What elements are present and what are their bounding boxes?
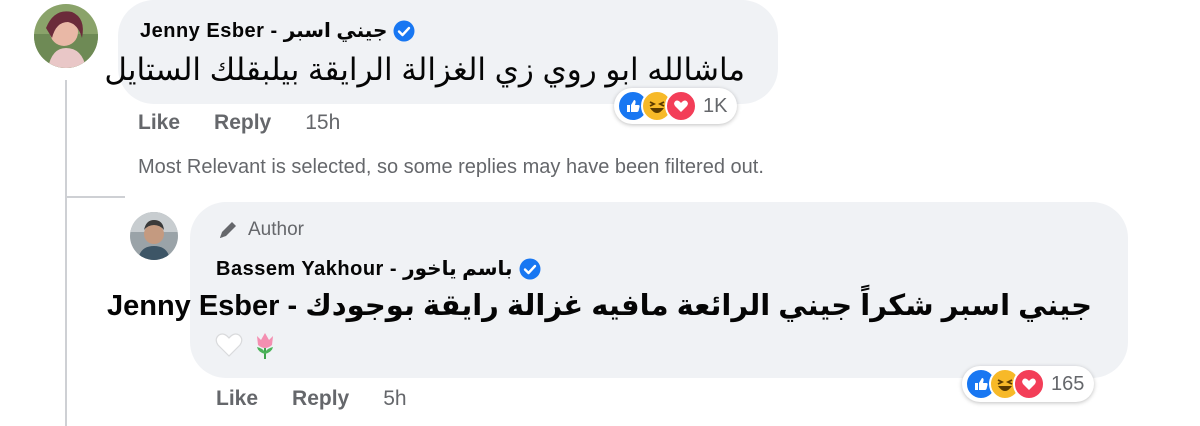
comment-author[interactable]: Jenny Esber - جيني اسبر <box>140 18 415 43</box>
comment-reactions[interactable]: 1K <box>614 88 738 124</box>
author-badge-label: Author <box>248 219 304 240</box>
reply-like-button[interactable]: Like <box>216 387 258 411</box>
love-icon <box>665 90 697 122</box>
tulip-icon <box>250 330 280 360</box>
reply-author[interactable]: Bassem Yakhour - باسم ياخور <box>216 256 541 281</box>
thread-line-vertical <box>65 80 67 426</box>
thread-line-branch <box>65 196 125 198</box>
verified-badge-icon <box>519 258 541 280</box>
reply-timestamp[interactable]: 5h <box>383 387 406 411</box>
filter-notice: Most Relevant is selected, so some repli… <box>138 156 764 178</box>
love-icon <box>1013 368 1045 400</box>
commenter-avatar[interactable] <box>34 4 98 68</box>
reply-actions: Like Reply 5h <box>216 387 407 411</box>
reply-reply-button[interactable]: Reply <box>292 387 349 411</box>
reply-text: جيني اسبر شكراً جيني الرائعة مافيه غزالة… <box>106 290 1092 322</box>
reply-reaction-count: 165 <box>1051 372 1085 395</box>
reply-emoji-row <box>214 330 280 360</box>
white-heart-icon <box>214 330 244 360</box>
comment-text: ماشالله ابو روي زي الغزالة الرايقة بيلبق… <box>104 52 745 87</box>
comment-author-name[interactable]: Jenny Esber - جيني اسبر <box>140 18 387 43</box>
author-badge: Author <box>216 218 304 242</box>
reply-reactions[interactable]: 165 <box>962 366 1095 402</box>
verified-badge-icon <box>393 20 415 42</box>
reply-author-name[interactable]: Bassem Yakhour - باسم ياخور <box>216 256 513 281</box>
pen-icon <box>216 218 240 242</box>
comment-reply-button[interactable]: Reply <box>214 111 271 135</box>
comment-reaction-count: 1K <box>703 94 728 117</box>
comment-timestamp[interactable]: 15h <box>305 111 340 135</box>
comment-actions: Like Reply 15h <box>138 111 340 135</box>
comment-like-button[interactable]: Like <box>138 111 180 135</box>
reply-avatar[interactable] <box>130 212 178 260</box>
